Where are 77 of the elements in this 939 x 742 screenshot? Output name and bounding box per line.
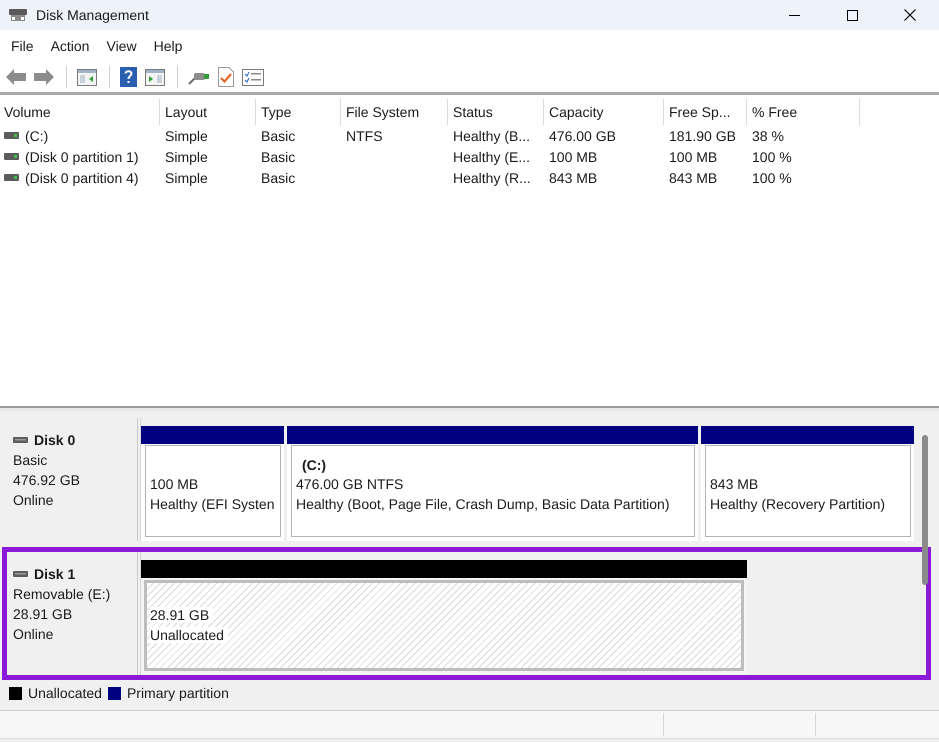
partition-size: 100 MB — [150, 476, 198, 492]
partition-status: Healthy (EFI Systen — [150, 496, 274, 512]
partition-status: Healthy (Recovery Partition) — [710, 496, 886, 512]
help-icon — [120, 67, 137, 87]
partition-status: Unallocated — [150, 627, 228, 643]
column-header[interactable]: Layout — [160, 99, 256, 125]
disk-type: Basic — [13, 451, 48, 470]
table-cell: Basic — [261, 170, 296, 186]
partition-size: 476.00 GB NTFS — [296, 476, 404, 492]
column-header[interactable]: Type — [256, 99, 341, 125]
table-cell: Healthy (R... — [453, 170, 531, 186]
minimize-icon — [788, 14, 800, 16]
column-header[interactable]: Capacity — [544, 99, 664, 125]
column-header[interactable]: Status — [448, 99, 544, 125]
table-cell: 100 % — [752, 148, 792, 164]
document-check-icon — [218, 67, 234, 87]
list-window-icon — [242, 68, 264, 86]
table-cell: Simple — [165, 148, 208, 164]
window-title: Disk Management — [36, 7, 149, 23]
drive-icon — [13, 571, 28, 577]
drive-icon — [4, 132, 19, 139]
table-cell: Simple — [165, 128, 208, 144]
partition-block[interactable]: 100 MB Healthy (EFI Systen — [141, 426, 284, 541]
legend-label: Unallocated — [28, 685, 102, 701]
column-header[interactable]: Volume — [0, 99, 160, 125]
menu-item[interactable]: File — [4, 38, 43, 54]
table-cell: Healthy (B... — [453, 128, 530, 144]
table-cell: 100 MB — [669, 148, 718, 164]
window-pane-icon — [145, 68, 165, 86]
drive-icon — [4, 153, 19, 160]
table-cell: Basic — [261, 148, 296, 164]
table-cell: 843 MB — [669, 170, 718, 186]
left-arrow-icon — [6, 69, 26, 85]
disk-drive-icon — [8, 8, 28, 22]
partition-size: 843 MB — [710, 476, 758, 492]
table-cell: 181.90 GB — [669, 128, 736, 144]
partition-block[interactable]: 843 MB Healthy (Recovery Partition) — [701, 426, 914, 541]
partition-label: (C:) — [302, 456, 326, 472]
disk-size: 476.92 GB — [13, 471, 80, 490]
disk-size: 28.91 GB — [13, 605, 72, 624]
table-cell: 843 MB — [549, 170, 598, 186]
right-arrow-icon — [34, 69, 54, 85]
column-header[interactable]: File System — [341, 99, 448, 125]
partition-size: 28.91 GB — [150, 607, 214, 623]
table-cell: 100 % — [752, 170, 792, 186]
maximize-icon — [846, 10, 858, 20]
table-cell: Healthy (E... — [453, 148, 530, 164]
help-button[interactable] — [117, 65, 140, 89]
window-pane-icon — [77, 68, 97, 86]
table-cell: NTFS — [346, 128, 383, 144]
column-header[interactable]: % Free — [747, 99, 860, 125]
disk-name: Disk 0 — [34, 432, 76, 448]
column-header[interactable]: Free Sp... — [664, 99, 747, 125]
disk-type: Removable (E:) — [13, 585, 110, 604]
disk-status: Online — [13, 625, 54, 644]
partition-block[interactable]: 28.91 GB Unallocated — [141, 560, 747, 675]
menu-item[interactable]: Action — [44, 38, 98, 54]
menu-item[interactable]: View — [99, 38, 146, 54]
table-cell: (Disk 0 partition 4) — [25, 170, 139, 186]
table-cell: Basic — [261, 128, 296, 144]
table-cell: (Disk 0 partition 1) — [25, 148, 139, 164]
scrollbar-thumb[interactable] — [922, 435, 928, 585]
table-cell: 100 MB — [549, 148, 598, 164]
table-cell: Simple — [165, 170, 208, 186]
disk-name: Disk 1 — [34, 566, 76, 582]
drive-icon — [4, 174, 19, 181]
drive-icon — [13, 437, 28, 443]
checklist-button[interactable] — [215, 65, 237, 89]
menu-item[interactable]: Help — [146, 38, 192, 54]
partition-block[interactable]: (C:) 476.00 GB NTFS Healthy (Boot, Page File, Crash Dump, Basic Data Partition) — [287, 426, 698, 541]
legend-label: Primary partition — [126, 685, 229, 701]
table-cell: 38 % — [752, 128, 784, 144]
close-icon — [904, 9, 916, 21]
partition-status: Healthy (Boot, Page File, Crash Dump, Basic Data Partition) — [296, 496, 670, 512]
table-cell: 476.00 GB — [549, 128, 616, 144]
table-cell: (C:) — [25, 128, 48, 144]
disk-status: Online — [13, 491, 54, 510]
